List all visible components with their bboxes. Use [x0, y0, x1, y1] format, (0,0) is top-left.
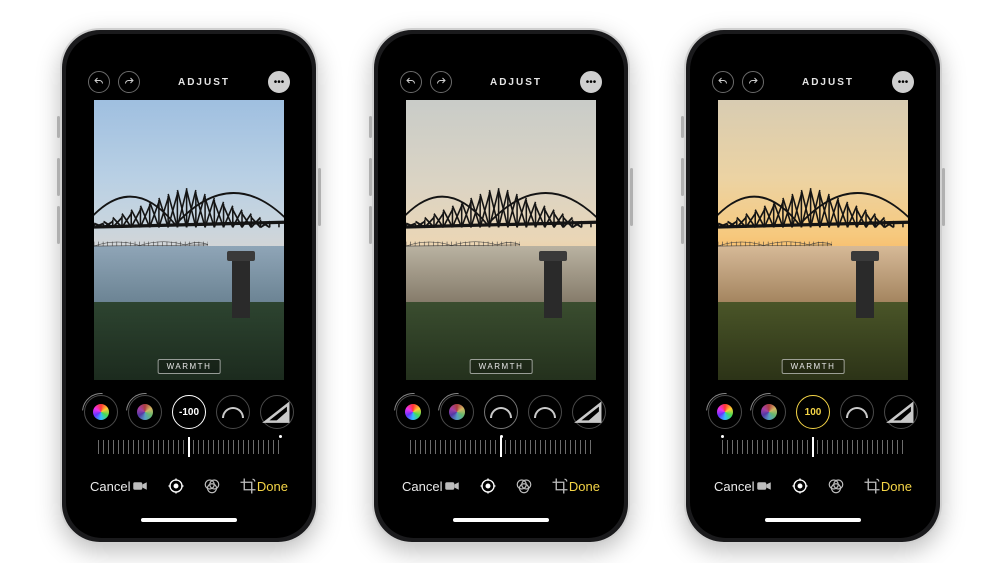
video-icon[interactable]: [131, 477, 149, 495]
dial-sharpness[interactable]: [884, 395, 918, 429]
undo-button[interactable]: [400, 71, 422, 93]
phone-mockup: ADJUST •••: [60, 28, 318, 544]
adjustment-slider[interactable]: [410, 440, 592, 458]
undo-button[interactable]: [712, 71, 734, 93]
dial-warmth[interactable]: [484, 395, 518, 429]
bridge-pier: [856, 251, 874, 318]
far-bridge-graphic: [94, 234, 208, 245]
cancel-button[interactable]: Cancel: [402, 479, 442, 494]
video-icon[interactable]: [755, 477, 773, 495]
editor-topbar: ADJUST •••: [386, 70, 616, 94]
bridge-pier: [544, 251, 562, 318]
adjustment-dials: -100: [74, 390, 304, 434]
editor-mode-title: ADJUST: [490, 77, 542, 88]
home-indicator: [765, 518, 861, 522]
home-indicator: [453, 518, 549, 522]
dial-hue-a[interactable]: [84, 395, 118, 429]
undo-button[interactable]: [88, 71, 110, 93]
adjustment-name-badge: WARMTH: [158, 359, 221, 374]
editor-mode-title: ADJUST: [178, 77, 230, 88]
phone-mockup: ADJUST •••: [372, 28, 630, 544]
done-button[interactable]: Done: [569, 479, 600, 494]
screen: ADJUST •••: [74, 42, 304, 530]
editor-topbar: ADJUST •••: [74, 70, 304, 94]
dial-tint[interactable]: [528, 395, 562, 429]
crop-icon[interactable]: [863, 477, 881, 495]
bridge-pier: [232, 251, 250, 318]
far-bridge-graphic: [406, 234, 520, 245]
crop-icon[interactable]: [551, 477, 569, 495]
dial-tint[interactable]: [216, 395, 250, 429]
adjustment-name-badge: WARMTH: [782, 359, 845, 374]
editor-mode-title: ADJUST: [802, 77, 854, 88]
crop-icon[interactable]: [239, 477, 257, 495]
filters-icon[interactable]: [827, 477, 845, 495]
far-bridge-graphic: [718, 234, 832, 245]
editor-bottombar: Cancel Done: [386, 472, 616, 500]
cancel-button[interactable]: Cancel: [714, 479, 754, 494]
notch: [443, 42, 559, 64]
more-button[interactable]: •••: [268, 71, 290, 93]
photo-preview[interactable]: WARMTH: [94, 100, 284, 380]
notch: [755, 42, 871, 64]
dial-sharpness[interactable]: [260, 395, 294, 429]
adjust-icon[interactable]: [791, 477, 809, 495]
video-icon[interactable]: [443, 477, 461, 495]
done-button[interactable]: Done: [257, 479, 288, 494]
dial-hue-a[interactable]: [708, 395, 742, 429]
photo-preview[interactable]: WARMTH: [718, 100, 908, 380]
adjustment-slider[interactable]: [98, 440, 280, 458]
editor-topbar: ADJUST •••: [698, 70, 928, 94]
done-button[interactable]: Done: [881, 479, 912, 494]
dial-warmth[interactable]: -100: [172, 395, 206, 429]
more-button[interactable]: •••: [892, 71, 914, 93]
dial-warmth[interactable]: 100: [796, 395, 830, 429]
cancel-button[interactable]: Cancel: [90, 479, 130, 494]
adjust-icon[interactable]: [479, 477, 497, 495]
dial-sharpness[interactable]: [572, 395, 606, 429]
dial-hue-b[interactable]: [752, 395, 786, 429]
filters-icon[interactable]: [203, 477, 221, 495]
dial-hue-b[interactable]: [440, 395, 474, 429]
editor-bottombar: Cancel Done: [698, 472, 928, 500]
notch: [131, 42, 247, 64]
screen: ADJUST •••: [698, 42, 928, 530]
adjustment-slider[interactable]: [722, 440, 904, 458]
phone-mockup: ADJUST •••: [684, 28, 942, 544]
redo-button[interactable]: [430, 71, 452, 93]
screen: ADJUST •••: [386, 42, 616, 530]
adjustment-name-badge: WARMTH: [470, 359, 533, 374]
adjustment-dials: 100: [698, 390, 928, 434]
filters-icon[interactable]: [515, 477, 533, 495]
photo-preview[interactable]: WARMTH: [406, 100, 596, 380]
redo-button[interactable]: [742, 71, 764, 93]
more-button[interactable]: •••: [580, 71, 602, 93]
dial-tint[interactable]: [840, 395, 874, 429]
redo-button[interactable]: [118, 71, 140, 93]
adjust-icon[interactable]: [167, 477, 185, 495]
adjustment-dials: [386, 390, 616, 434]
dial-hue-b[interactable]: [128, 395, 162, 429]
dial-hue-a[interactable]: [396, 395, 430, 429]
home-indicator: [141, 518, 237, 522]
editor-bottombar: Cancel Done: [74, 472, 304, 500]
